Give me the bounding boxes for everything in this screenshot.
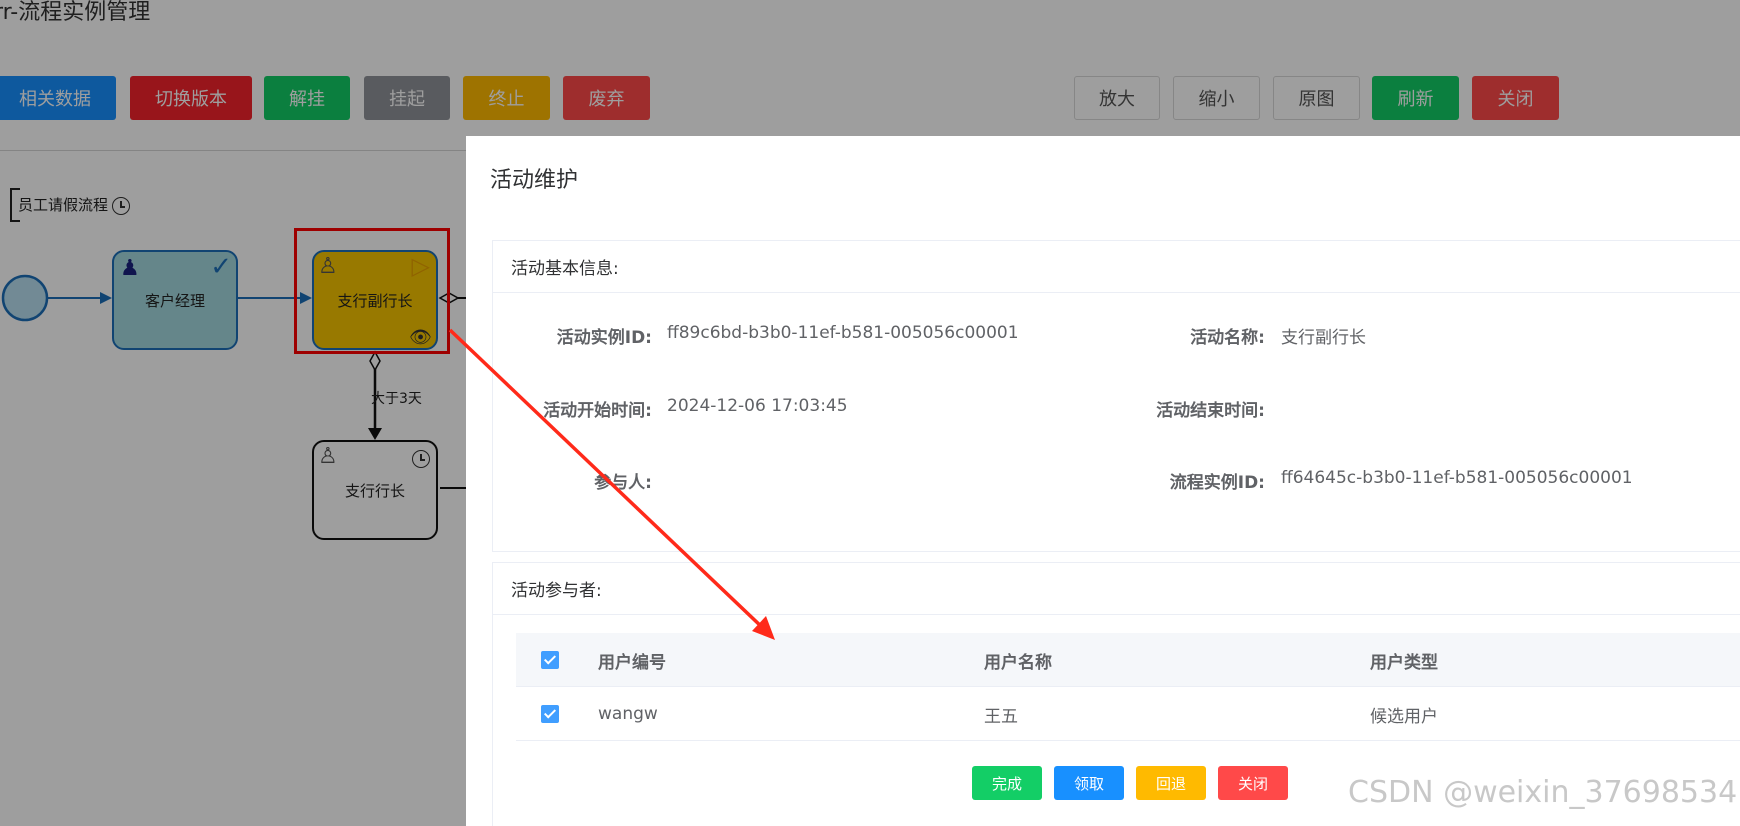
activity-name-value: 支行副行长	[1281, 328, 1366, 348]
activity-name-label: 活动名称:	[1190, 328, 1265, 348]
table-row[interactable]: wangw 王五 候选用户	[516, 687, 1740, 741]
cell-user-type: 候选用户	[1370, 706, 1438, 727]
process-instance-id-value: ff64645c-b3b0-11ef-b581-005056c00001	[1281, 468, 1633, 488]
end-time-label: 活动结束时间:	[1156, 401, 1265, 421]
participants-header: 活动参与者:	[493, 563, 1740, 615]
row-checkbox[interactable]	[541, 705, 559, 723]
basic-info-header: 活动基本信息:	[493, 241, 1740, 293]
start-time-value: 2024-12-06 17:03:45	[667, 396, 848, 416]
participant-label: 参与人:	[594, 473, 652, 493]
dialog-title: 活动维护	[490, 168, 579, 193]
process-instance-id-label: 流程实例ID:	[1169, 473, 1265, 493]
column-header-user-name: 用户名称	[984, 652, 1052, 673]
select-all-checkbox[interactable]	[541, 651, 559, 669]
cell-user-name: 王五	[984, 706, 1018, 727]
participants-table-header: 用户编号 用户名称 用户类型	[516, 633, 1740, 687]
instance-id-value: ff89c6bd-b3b0-11ef-b581-005056c00001	[667, 323, 1019, 343]
column-header-user-id: 用户编号	[598, 652, 666, 673]
instance-id-label: 活动实例ID:	[556, 328, 652, 348]
watermark: CSDN @weixin_37698534	[1348, 775, 1738, 810]
close-dialog-button[interactable]: 关闭	[1218, 766, 1288, 800]
cell-user-id: wangw	[598, 704, 658, 724]
start-time-label: 活动开始时间:	[543, 401, 652, 421]
claim-button[interactable]: 领取	[1054, 766, 1124, 800]
complete-button[interactable]: 完成	[972, 766, 1042, 800]
column-header-user-type: 用户类型	[1370, 652, 1438, 673]
rollback-button[interactable]: 回退	[1136, 766, 1206, 800]
